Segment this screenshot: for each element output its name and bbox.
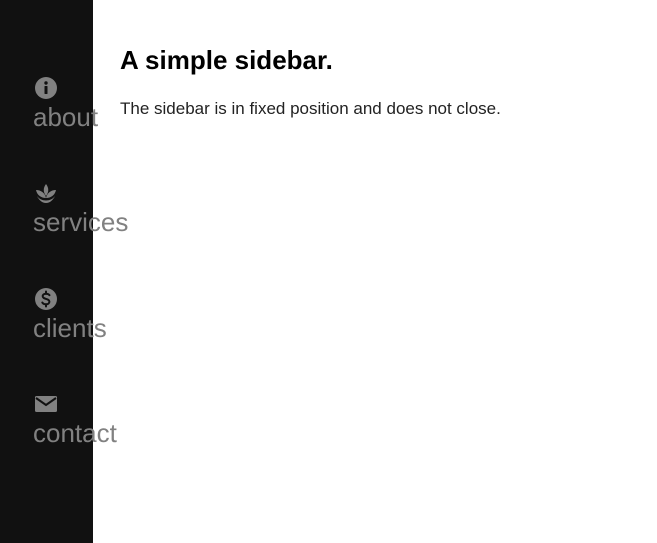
sidebar: about services clients contact: [0, 0, 128, 543]
sidebar-item-label: about: [33, 102, 99, 132]
envelope-icon: [33, 391, 59, 417]
page-description: The sidebar is in fixed position and doe…: [120, 99, 501, 118]
page-title: A simple sidebar.: [120, 45, 333, 75]
dollar-icon: [33, 286, 59, 312]
sidebar-item-contact[interactable]: contact: [33, 391, 117, 447]
sidebar-item-label: contact: [33, 418, 117, 448]
sidebar-item-label: clients: [33, 313, 107, 343]
spa-icon: [33, 180, 59, 206]
sidebar-item-about[interactable]: about: [33, 75, 98, 131]
info-icon: [33, 75, 59, 101]
sidebar-item-clients[interactable]: clients: [33, 286, 107, 342]
sidebar-item-label: services: [33, 207, 129, 237]
sidebar-item-services[interactable]: services: [33, 180, 128, 236]
